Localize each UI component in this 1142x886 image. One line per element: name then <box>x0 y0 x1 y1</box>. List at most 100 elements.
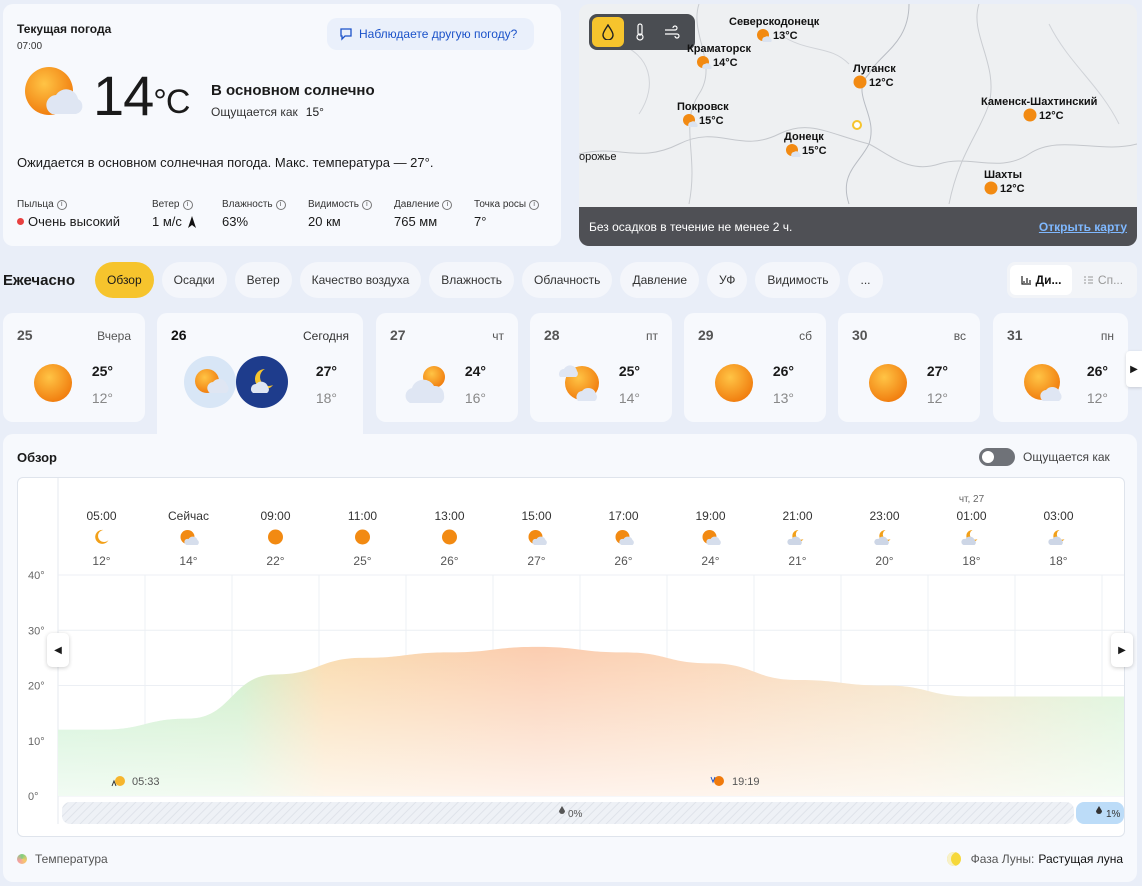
metric-dew-point[interactable]: Точка росы i 7° <box>474 199 554 229</box>
sunset-time: 19:19 <box>732 776 760 788</box>
tab-humidity[interactable]: Влажность <box>429 262 515 298</box>
moon-cloud-icon <box>787 529 804 545</box>
chart-icon <box>1020 276 1031 285</box>
feels-like-toggle[interactable]: Ощущается как <box>979 448 1110 466</box>
hour-label: 23:00 <box>869 509 899 523</box>
tab-air-quality[interactable]: Качество воздуха <box>299 262 422 298</box>
tab-uv[interactable]: УФ <box>707 262 748 298</box>
report-other-weather-label: Наблюдаете другую погоду? <box>359 27 518 41</box>
hour-label: 17:00 <box>608 509 638 523</box>
day-card-28[interactable]: 28 пт 25° 14° <box>530 313 672 422</box>
report-other-weather-button[interactable]: Наблюдаете другую погоду? <box>327 18 534 50</box>
chart-prev-button[interactable]: ◀ <box>47 633 69 667</box>
chart-legend: Температура <box>17 852 108 866</box>
tab-pressure[interactable]: Давление <box>620 262 700 298</box>
cloud-shape <box>1048 536 1063 545</box>
days-next-button[interactable]: ▶ <box>1126 351 1142 387</box>
wind-layer-button[interactable] <box>656 17 688 47</box>
temperature-layer-button[interactable] <box>624 17 656 47</box>
day-card-31[interactable]: 31 пн 26° 12° <box>993 313 1128 422</box>
map-partial-label: орожье <box>579 151 617 163</box>
cloud-shape <box>961 536 976 545</box>
hourly-tabs: Обзор Осадки Ветер Качество воздуха Влаж… <box>95 262 883 298</box>
day-card-26-today[interactable]: 26 Сегодня 27° 18° <box>157 313 363 438</box>
sun-clouds-icon <box>559 365 599 401</box>
map-city-pokrovsk[interactable]: Покровск 15°C <box>677 101 729 128</box>
hourly-section-label: Ежечасно <box>3 272 76 289</box>
metric-humidity[interactable]: Влажность i 63% <box>222 199 308 229</box>
cloud-shape <box>874 536 889 545</box>
tab-precipitation[interactable]: Осадки <box>161 262 227 298</box>
hour-temp-label: 27° <box>527 554 545 568</box>
sun-cloud-icon <box>697 56 712 69</box>
map-city-kamensk-shakhtinsky[interactable]: Каменск-Шахтинский 12°C <box>981 96 1097 123</box>
info-icon[interactable]: i <box>275 199 286 210</box>
sunrise-icon <box>115 776 125 786</box>
map-city-kramatorsk[interactable]: Краматорск 14°C <box>687 43 751 70</box>
moon-icon <box>95 529 109 544</box>
forecast-summary: Ожидается в основном солнечная погода. М… <box>17 155 434 170</box>
precipitation-note: Без осадков в течение не менее 2 ч. <box>589 219 793 234</box>
info-icon[interactable]: i <box>361 199 372 210</box>
tab-more[interactable]: ... <box>848 262 883 298</box>
hour-label: 01:00 <box>956 509 986 523</box>
metric-pollen[interactable]: Пыльца i Очень высокий <box>17 199 152 229</box>
moon-cloud-icon <box>874 529 891 545</box>
hour-columns: 05:00 12° Сейчас 14° 09:00 22° 11:00 25° 13:00 26… <box>86 494 1073 568</box>
tab-visibility[interactable]: Видимость <box>755 262 841 298</box>
tab-wind[interactable]: Ветер <box>234 262 292 298</box>
info-icon[interactable]: i <box>56 199 67 210</box>
view-chart-button[interactable]: Ди... <box>1010 265 1072 295</box>
map-city-donetsk[interactable]: Донецк 15°C <box>784 131 827 158</box>
feels-like-switch[interactable] <box>979 448 1015 466</box>
sun-icon <box>984 181 998 195</box>
sun-cloud-icon <box>180 530 199 545</box>
tab-cloudiness[interactable]: Облачность <box>522 262 613 298</box>
day-card-29[interactable]: 29 сб 26° 13° <box>684 313 826 422</box>
feels-like: Ощущается как 15° <box>211 105 324 119</box>
weather-map[interactable]: Северскодонецк 13°C Краматорск 14°C Луга… <box>579 4 1137 246</box>
info-icon[interactable]: i <box>182 199 193 210</box>
hour-label: 03:00 <box>1043 509 1073 523</box>
map-precipitation-bar: Без осадков в течение не менее 2 ч. Откр… <box>579 207 1137 246</box>
sun-icon <box>34 364 72 402</box>
sun-icon <box>869 364 907 402</box>
metric-pressure[interactable]: Давление i 765 мм <box>394 199 474 229</box>
precipitation-layer-button[interactable] <box>592 17 624 47</box>
hour-temp-label: 14° <box>179 554 197 568</box>
y-tick-label: 10° <box>28 736 45 748</box>
moon-phase: Фаза Луны: Растущая луна <box>946 852 1123 866</box>
chart-next-button[interactable]: ▶ <box>1111 633 1133 667</box>
info-icon[interactable]: i <box>442 199 453 210</box>
day-card-25[interactable]: 25 Вчера 25° 12° <box>3 313 145 422</box>
chat-bubble-icon <box>340 28 352 41</box>
hour-label: 21:00 <box>782 509 812 523</box>
hour-temp-label: 21° <box>788 554 806 568</box>
day-card-30[interactable]: 30 вс 27° 12° <box>838 313 980 422</box>
cloud-sun-icon <box>405 366 445 403</box>
metric-wind[interactable]: Ветер i 1 м/с <box>152 199 222 229</box>
hour-temp-label: 18° <box>1049 554 1067 568</box>
hour-temp-label: 24° <box>701 554 719 568</box>
info-icon[interactable]: i <box>529 199 540 210</box>
open-map-link[interactable]: Открыть карту <box>1039 220 1127 234</box>
sun-icon <box>442 529 457 545</box>
chevron-left-icon: ◀ <box>54 644 62 656</box>
y-axis-ticks: 40° 30° 20° 10° 0° <box>28 570 45 803</box>
day-card-27[interactable]: 27 чт 24° 16° <box>376 313 518 422</box>
temperature-chart: 40° 30° 20° 10° 0° 05:00 12° Сейчас 14° 09:00 22°… <box>17 477 1125 837</box>
map-city-lugansk[interactable]: Луганск 12°C <box>853 63 896 90</box>
map-layer-switch <box>589 14 695 50</box>
metric-visibility[interactable]: Видимость i 20 км <box>308 199 394 229</box>
sun-cloud-icon <box>615 530 634 545</box>
current-temperature: 14°C <box>93 64 190 127</box>
map-city-severskodonetsk[interactable]: Северскодонецк 13°C <box>729 16 819 43</box>
hour-label: 19:00 <box>695 509 725 523</box>
hour-temp-label: 22° <box>266 554 284 568</box>
tab-overview[interactable]: Обзор <box>95 262 154 298</box>
view-list-button[interactable]: Сп... <box>1072 265 1134 295</box>
temperature-chart-svg: 40° 30° 20° 10° 0° 05:00 12° Сейчас 14° 09:00 22°… <box>28 478 1124 824</box>
drop-icon <box>602 24 614 40</box>
map-city-shakhty[interactable]: Шахты 12°C <box>984 169 1025 196</box>
hour-temp-label: 12° <box>92 554 110 568</box>
